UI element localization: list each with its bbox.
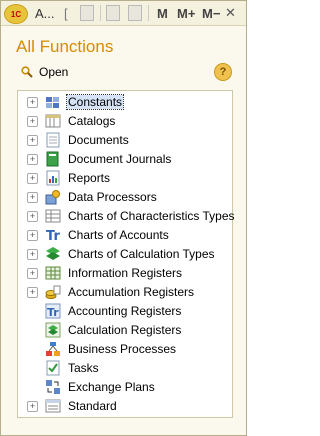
data-processors-icon — [45, 190, 60, 205]
tasks-icon — [46, 360, 60, 376]
tree-item-label: Reports — [68, 171, 111, 185]
tree-item-label: Standard — [68, 399, 117, 413]
tree-item-label: Documents — [68, 133, 129, 147]
tree-item-label: Tasks — [68, 361, 99, 375]
titlebar: 1C A... [ M M+ M− ✕ — [1, 1, 246, 26]
accounts-icon: Tr — [46, 229, 60, 243]
memory-subtract-button[interactable]: M− — [202, 4, 220, 22]
tree-item-label: Document Journals — [68, 152, 172, 166]
open-button[interactable]: Open — [21, 65, 68, 79]
svg-text:Tr: Tr — [47, 306, 59, 319]
tree-item-label: Data Processors — [68, 190, 157, 204]
svg-text:Tr: Tr — [46, 229, 60, 243]
window-title: A... — [35, 5, 55, 21]
window-title-bracket: [ — [64, 5, 68, 21]
constants-icon — [46, 97, 59, 108]
expand-icon[interactable]: + — [27, 286, 38, 298]
all-functions-window: 1C A... [ M M+ M− ✕ All Functions Open ?… — [0, 0, 247, 436]
tree-item-label: Accounting Registers — [68, 304, 182, 318]
tree-item[interactable]: Tasks — [18, 359, 232, 377]
tree-item-label: Charts of Calculation Types — [68, 247, 215, 261]
tree-item[interactable]: Exchange Plans — [18, 378, 232, 396]
accumulation-registers-icon — [45, 285, 61, 299]
tree-item[interactable]: + Documents — [18, 131, 232, 149]
tree-item[interactable]: + Document Journals — [18, 150, 232, 168]
tree-item-label: Charts of Accounts — [68, 228, 169, 242]
expand-icon[interactable]: + — [27, 134, 38, 146]
tree-item-label: Exchange Plans — [68, 380, 155, 394]
tree-item-label: Charts of Characteristics Types — [68, 209, 235, 223]
page-title: All Functions — [16, 37, 114, 56]
search-icon — [21, 66, 33, 78]
expand-icon[interactable]: + — [27, 191, 38, 203]
tree-item[interactable]: + Constants — [18, 93, 232, 111]
app-logo-icon[interactable]: 1C — [4, 4, 28, 24]
expand-icon[interactable]: + — [27, 153, 38, 165]
close-icon[interactable]: ✕ — [225, 4, 236, 22]
tree-item-label: Calculation Registers — [68, 323, 182, 337]
tree-item-label: Constants — [65, 94, 125, 110]
documents-icon — [46, 132, 60, 148]
expand-icon[interactable]: + — [27, 400, 38, 412]
standard-icon — [45, 399, 61, 413]
calculator-icon[interactable] — [128, 4, 142, 22]
tree-item[interactable]: + Standard — [18, 397, 232, 415]
memory-add-button[interactable]: M+ — [177, 4, 195, 22]
calculation-types-icon — [46, 247, 60, 260]
tree-item[interactable]: + Data Processors — [18, 188, 232, 206]
tree-item[interactable]: Tr Accounting Registers — [18, 302, 232, 320]
tree-item[interactable]: + Accumulation Registers — [18, 283, 232, 301]
tree-item[interactable]: + Reports — [18, 169, 232, 187]
tree-item[interactable]: + Catalogs — [18, 112, 232, 130]
expand-icon[interactable]: + — [27, 267, 38, 279]
information-registers-icon — [45, 266, 61, 280]
reports-icon — [46, 170, 60, 186]
tree-item[interactable]: Business Processes — [18, 340, 232, 358]
expand-icon[interactable]: + — [27, 248, 38, 260]
document-journals-icon — [46, 151, 59, 167]
catalogs-icon — [45, 114, 61, 128]
expand-icon[interactable]: + — [27, 172, 38, 184]
help-button[interactable]: ? — [214, 63, 232, 81]
tree-item[interactable]: Calculation Registers — [18, 321, 232, 339]
tree-item-label: Business Processes — [68, 342, 177, 356]
expand-icon[interactable]: + — [27, 115, 38, 127]
tree-item[interactable]: + Tr Charts of Accounts — [18, 226, 232, 244]
tree-item-label: Information Registers — [68, 266, 183, 280]
business-processes-icon — [46, 342, 60, 356]
copy-icon[interactable] — [80, 4, 94, 22]
tree-item-label: Accumulation Registers — [68, 285, 195, 299]
tree-item-label: Catalogs — [68, 114, 116, 128]
tree-item[interactable]: + Charts of Calculation Types — [18, 245, 232, 263]
tree-item[interactable]: + Information Registers — [18, 264, 232, 282]
characteristics-icon — [45, 209, 61, 223]
expand-icon[interactable]: + — [27, 229, 38, 241]
expand-icon[interactable]: + — [27, 96, 38, 108]
memory-button[interactable]: M — [157, 4, 168, 22]
functions-tree: + Constants + Catalogs + Documents + Document J… — [17, 90, 235, 418]
accounting-registers-icon: Tr — [45, 303, 61, 319]
expand-icon[interactable]: + — [27, 210, 38, 222]
open-label: Open — [39, 65, 69, 79]
spreadsheet-icon[interactable] — [106, 4, 120, 22]
calculation-registers-icon — [45, 322, 61, 338]
exchange-plans-icon — [46, 380, 60, 394]
tree-item[interactable]: + Charts of Characteristics Types — [18, 207, 235, 225]
